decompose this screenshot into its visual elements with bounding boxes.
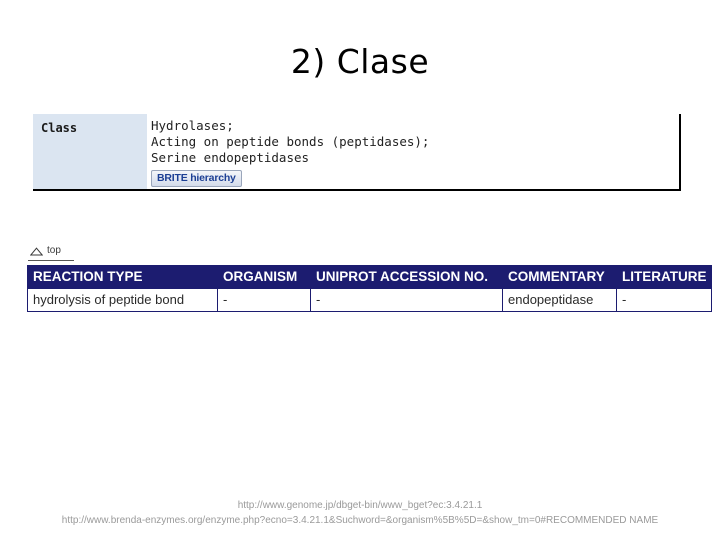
class-label-cell: Class (33, 114, 147, 189)
class-value-cell: Hydrolases; Acting on peptide bonds (pep… (151, 118, 671, 187)
reaction-table: REACTION TYPE ORGANISM UNIPROT ACCESSION… (27, 265, 712, 312)
column-header-commentary[interactable]: COMMENTARY (502, 265, 617, 289)
brite-hierarchy-button[interactable]: BRITE hierarchy (151, 170, 242, 187)
column-header-uniprot-accession[interactable]: UNIPROT ACCESSION NO. (310, 265, 503, 289)
class-line-3: Serine endopeptidases (151, 150, 310, 165)
column-header-reaction-type[interactable]: REACTION TYPE (27, 265, 218, 289)
cell-commentary: endopeptidase (502, 288, 617, 312)
cell-uniprot-accession: - (310, 288, 503, 312)
footer-sources: http://www.genome.jp/dbget-bin/www_bget?… (0, 498, 720, 528)
page-title: 2) Clase (290, 42, 430, 81)
cell-organism: - (217, 288, 311, 312)
class-label: Class (41, 121, 78, 135)
table-row: hydrolysis of peptide bond - - endopepti… (27, 288, 712, 312)
cell-literature: - (616, 288, 712, 312)
triangle-up-icon (30, 246, 43, 255)
source-url-genome[interactable]: http://www.genome.jp/dbget-bin/www_bget?… (0, 498, 720, 513)
column-header-organism[interactable]: ORGANISM (217, 265, 311, 289)
top-anchor-label: top (47, 245, 61, 256)
class-line-2: Acting on peptide bonds (peptidases); (151, 134, 430, 149)
cell-reaction-type: hydrolysis of peptide bond (27, 288, 218, 312)
slide-canvas: 2) Clase Class Hydrolases; Acting on pep… (0, 0, 720, 540)
column-header-literature[interactable]: LITERATURE (616, 265, 712, 289)
top-anchor-link[interactable]: top (30, 246, 61, 256)
source-url-brenda[interactable]: http://www.brenda-enzymes.org/enzyme.php… (0, 513, 720, 528)
top-anchor-underline (28, 260, 74, 261)
table-header-row: REACTION TYPE ORGANISM UNIPROT ACCESSION… (27, 265, 712, 289)
class-line-1: Hydrolases; (151, 118, 234, 133)
class-panel: Class Hydrolases; Acting on peptide bond… (33, 114, 681, 191)
